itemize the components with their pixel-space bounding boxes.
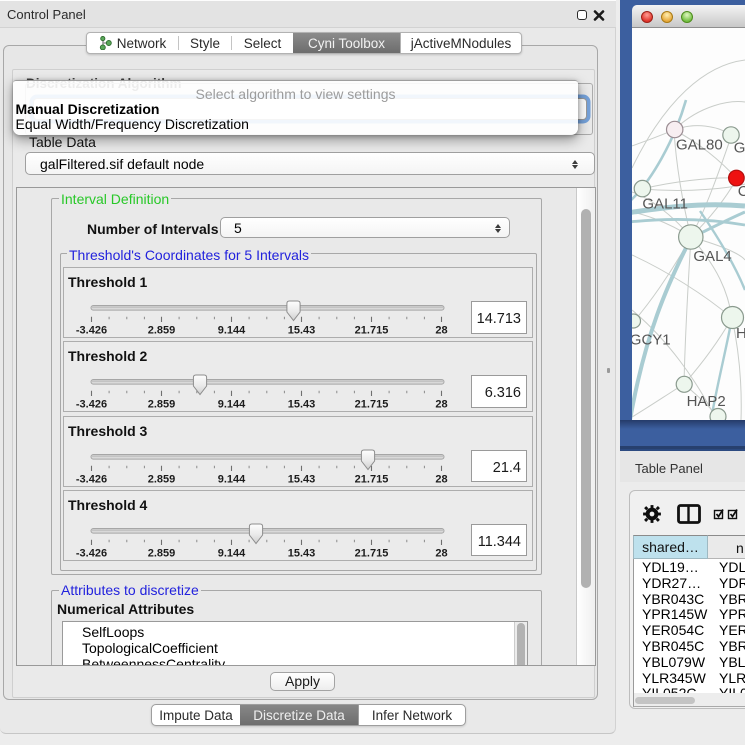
svg-text:2.859: 2.859 xyxy=(148,325,176,337)
svg-text:28: 28 xyxy=(435,399,447,411)
svg-text:21.715: 21.715 xyxy=(355,473,389,485)
svg-text:28: 28 xyxy=(435,325,447,337)
svg-text:2.859: 2.859 xyxy=(148,399,176,411)
svg-text:C: C xyxy=(738,183,745,200)
svg-text:-3.426: -3.426 xyxy=(76,547,107,559)
svg-text:H: H xyxy=(736,325,745,342)
svg-text:9.144: 9.144 xyxy=(218,547,246,559)
svg-text:2.859: 2.859 xyxy=(148,547,176,559)
svg-text:21.715: 21.715 xyxy=(355,325,389,337)
svg-text:15.43: 15.43 xyxy=(288,325,316,337)
svg-text:GAL80: GAL80 xyxy=(676,137,723,154)
svg-text:15.43: 15.43 xyxy=(288,473,316,485)
svg-text:28: 28 xyxy=(435,547,447,559)
svg-text:9.144: 9.144 xyxy=(218,399,246,411)
svg-text:-3.426: -3.426 xyxy=(76,399,107,411)
svg-text:GCY1: GCY1 xyxy=(632,332,671,349)
svg-text:9.144: 9.144 xyxy=(218,473,246,485)
svg-text:15.43: 15.43 xyxy=(288,399,316,411)
svg-text:28: 28 xyxy=(435,473,447,485)
svg-text:GAL4: GAL4 xyxy=(693,248,731,265)
svg-text:15.43: 15.43 xyxy=(288,547,316,559)
svg-text:-3.426: -3.426 xyxy=(76,325,107,337)
svg-text:9.144: 9.144 xyxy=(218,325,246,337)
svg-text:GAL11: GAL11 xyxy=(642,196,688,213)
svg-text:HAP2: HAP2 xyxy=(687,393,726,410)
svg-text:21.715: 21.715 xyxy=(355,399,389,411)
svg-text:21.715: 21.715 xyxy=(355,547,389,559)
svg-text:G.: G. xyxy=(734,139,745,156)
svg-text:2.859: 2.859 xyxy=(148,473,176,485)
svg-text:-3.426: -3.426 xyxy=(76,473,107,485)
